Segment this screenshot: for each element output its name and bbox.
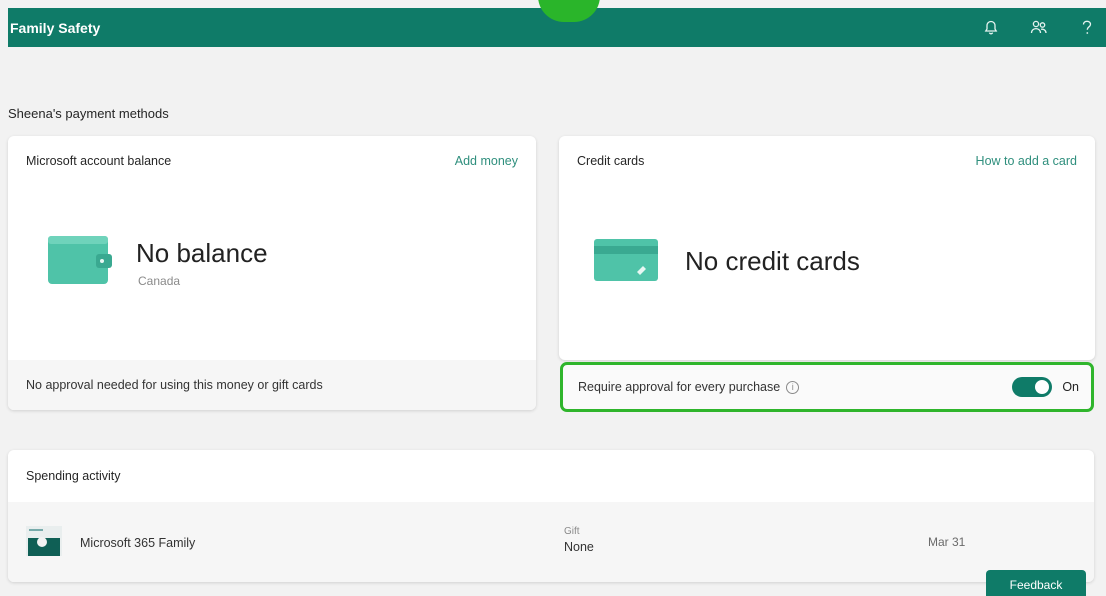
top-bar: Family Safety — [8, 0, 1106, 47]
balance-amount: No balance — [136, 238, 268, 268]
credit-cards-card: Credit cards How to add a card No credit… — [559, 136, 1095, 360]
approval-toggle[interactable] — [1012, 377, 1053, 397]
credit-card-icon — [594, 239, 658, 281]
balance-card-header: Microsoft account balance Add money — [8, 136, 536, 186]
approval-toggle-group: On — [1012, 377, 1079, 397]
people-icon[interactable] — [1026, 15, 1052, 41]
require-approval-row: Require approval for every purchase i On — [560, 362, 1094, 412]
spending-activity-title: Spending activity — [26, 469, 121, 483]
toggle-knob — [1035, 380, 1050, 394]
top-bar-actions — [956, 8, 1100, 47]
balance-approval-note: No approval needed for using this money … — [26, 378, 323, 392]
table-row[interactable]: Microsoft 365 Family Gift None Mar 31 — [8, 502, 1094, 582]
balance-card-footer: No approval needed for using this money … — [8, 360, 536, 410]
balance-card: Microsoft account balance Add money No b… — [8, 136, 536, 410]
product-thumbnail — [26, 526, 62, 556]
balance-card-title: Microsoft account balance — [26, 154, 172, 168]
how-to-add-card-link[interactable]: How to add a card — [976, 154, 1077, 168]
spending-activity-card: Spending activity Microsoft 365 Family G… — [8, 450, 1094, 582]
section-title: Sheena's payment methods — [8, 106, 169, 121]
toggle-state-label: On — [1062, 380, 1079, 394]
bell-icon[interactable] — [978, 15, 1004, 41]
app-title: Family Safety — [10, 19, 101, 36]
credit-cards-header: Credit cards How to add a card — [559, 136, 1095, 186]
wallet-icon — [48, 236, 112, 284]
add-money-link[interactable]: Add money — [455, 154, 518, 168]
help-icon[interactable] — [1074, 15, 1100, 41]
row-type-value: None — [564, 540, 594, 554]
feedback-button[interactable]: Feedback — [986, 570, 1086, 596]
row-product-name: Microsoft 365 Family — [80, 536, 196, 550]
row-type-label: Gift — [564, 526, 580, 537]
info-icon[interactable]: i — [786, 380, 800, 394]
credit-cards-title: Credit cards — [577, 154, 645, 168]
require-approval-label: Require approval for every purchase — [578, 380, 781, 394]
row-date: Mar 31 — [928, 535, 966, 549]
credit-cards-status: No credit cards — [685, 246, 860, 276]
balance-region: Canada — [138, 274, 181, 288]
step-marker — [538, 0, 600, 22]
